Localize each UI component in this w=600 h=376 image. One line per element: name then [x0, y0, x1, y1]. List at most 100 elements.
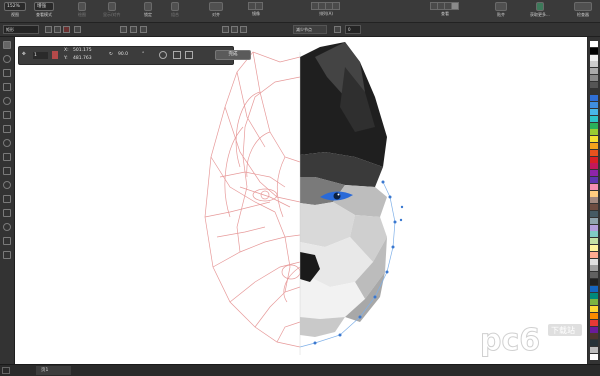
- shape-tool-icon[interactable]: [3, 55, 11, 63]
- palette-swatch[interactable]: [590, 177, 598, 183]
- palette-swatch[interactable]: [590, 149, 598, 156]
- curve-icon[interactable]: [130, 26, 137, 33]
- cusp-icon[interactable]: [222, 26, 229, 33]
- node-tool-icon[interactable]: [45, 26, 52, 33]
- line-icon[interactable]: [140, 26, 147, 33]
- palette-swatch[interactable]: [590, 109, 598, 115]
- palette-swatch[interactable]: [590, 47, 598, 54]
- reduce-nodes-button[interactable]: 减少节点: [293, 25, 327, 34]
- node-join-icon[interactable]: [74, 26, 81, 33]
- node-select-icon[interactable]: [54, 26, 61, 33]
- fill-tool-icon[interactable]: [3, 251, 11, 259]
- palette-swatch[interactable]: [590, 292, 598, 299]
- snap-button[interactable]: 贴齐: [495, 2, 507, 20]
- zoom-control[interactable]: 152% 视图: [4, 2, 26, 20]
- anchor-icon[interactable]: ✥: [22, 52, 26, 57]
- get-more-button[interactable]: 获取更多...: [530, 2, 550, 20]
- angle-field[interactable]: 90.0: [118, 52, 128, 57]
- palette-swatch[interactable]: [590, 122, 598, 129]
- add-page-icon[interactable]: [2, 367, 10, 374]
- object-type-select[interactable]: 矩形: [3, 25, 39, 34]
- artistic-media-icon[interactable]: [3, 111, 11, 119]
- palette-swatch[interactable]: [590, 285, 598, 292]
- palette-swatch[interactable]: [590, 319, 598, 326]
- palette-swatch[interactable]: [590, 61, 598, 68]
- palette-swatch[interactable]: [590, 204, 598, 211]
- symmetric-icon[interactable]: [240, 26, 247, 33]
- palette-swatch[interactable]: [590, 313, 598, 319]
- palette-swatch[interactable]: [590, 231, 598, 238]
- palette-swatch[interactable]: [590, 238, 598, 245]
- view-mode-select[interactable]: 增强: [34, 2, 54, 11]
- freehand-tool-icon[interactable]: [3, 97, 11, 105]
- nodes-slider-icon[interactable]: [334, 26, 341, 33]
- palette-swatch[interactable]: [590, 102, 598, 109]
- palette-swatch[interactable]: [590, 41, 598, 47]
- mirror-button[interactable]: 镜像: [248, 2, 263, 20]
- palette-swatch[interactable]: [590, 258, 598, 265]
- palette-swatch[interactable]: [590, 279, 598, 285]
- text-tool-icon[interactable]: [3, 167, 11, 175]
- shadow-tool-icon[interactable]: [3, 209, 11, 217]
- palette-swatch[interactable]: [590, 75, 598, 81]
- arrange-button[interactable]: 排列(A): [311, 2, 340, 20]
- palette-swatch[interactable]: [590, 347, 598, 353]
- parallel-dimension-icon[interactable]: [3, 181, 11, 189]
- inspector-button[interactable]: 检查器: [574, 2, 592, 20]
- palette-swatch[interactable]: [590, 68, 598, 75]
- y-field[interactable]: 481.763: [73, 56, 92, 61]
- draw-button[interactable]: 绘图: [78, 2, 86, 20]
- palette-swatch[interactable]: [590, 81, 598, 88]
- view-layout-button[interactable]: 查看: [430, 2, 459, 20]
- palette-swatch[interactable]: [590, 272, 598, 279]
- nodes-value-field[interactable]: 0: [345, 25, 361, 34]
- palette-swatch[interactable]: [590, 163, 598, 170]
- align-button[interactable]: 对齐: [209, 2, 223, 20]
- polygon-tool-icon[interactable]: [3, 153, 11, 161]
- transform-options-icon[interactable]: [185, 51, 193, 59]
- palette-swatch[interactable]: [590, 156, 598, 163]
- palette-swatch[interactable]: [590, 170, 598, 177]
- palette-swatch[interactable]: [590, 211, 598, 217]
- palette-swatch[interactable]: [590, 217, 598, 224]
- palette-swatch[interactable]: [590, 88, 598, 95]
- palette-swatch[interactable]: [590, 353, 598, 360]
- palette-swatch[interactable]: [590, 95, 598, 102]
- palette-swatch[interactable]: [590, 190, 598, 197]
- pick-tool-icon[interactable]: [3, 41, 11, 49]
- palette-swatch[interactable]: [590, 115, 598, 122]
- crop-tool-icon[interactable]: [3, 69, 11, 77]
- x-field[interactable]: 501.175: [73, 48, 92, 53]
- zoom-level-field[interactable]: 152%: [4, 2, 26, 11]
- palette-swatch[interactable]: [590, 54, 598, 61]
- rectangle-tool-icon[interactable]: [3, 125, 11, 133]
- eyedropper-tool-icon[interactable]: [3, 237, 11, 245]
- ellipse-tool-icon[interactable]: [3, 139, 11, 147]
- lock-button[interactable]: 锁定: [144, 2, 152, 20]
- palette-swatch[interactable]: [590, 143, 598, 149]
- palette-swatch[interactable]: [590, 326, 598, 333]
- drawing-canvas[interactable]: [15, 37, 587, 364]
- smooth-icon[interactable]: [231, 26, 238, 33]
- palette-swatch[interactable]: [590, 197, 598, 204]
- palette-swatch[interactable]: [590, 251, 598, 258]
- palette-swatch[interactable]: [590, 245, 598, 251]
- node-break-icon[interactable]: [120, 26, 127, 33]
- view-toggle-icon[interactable]: [159, 51, 167, 59]
- transparency-tool-icon[interactable]: [3, 223, 11, 231]
- connector-tool-icon[interactable]: [3, 195, 11, 203]
- palette-swatch[interactable]: [590, 340, 598, 347]
- palette-swatch[interactable]: [590, 306, 598, 313]
- palette-swatch[interactable]: [590, 183, 598, 190]
- lock-ratio-icon[interactable]: [52, 51, 58, 59]
- palette-swatch[interactable]: [590, 333, 598, 340]
- palette-swatch[interactable]: [590, 265, 598, 272]
- step-field[interactable]: 1: [33, 52, 48, 59]
- flip-icon[interactable]: [173, 51, 181, 59]
- snap-display-button[interactable]: 显示/对齐: [103, 2, 120, 20]
- palette-swatch[interactable]: [590, 299, 598, 306]
- palette-swatch[interactable]: [590, 224, 598, 231]
- page-tab-1[interactable]: 页1: [36, 366, 71, 375]
- node-delete-icon[interactable]: [63, 26, 70, 33]
- palette-swatch[interactable]: [590, 136, 598, 143]
